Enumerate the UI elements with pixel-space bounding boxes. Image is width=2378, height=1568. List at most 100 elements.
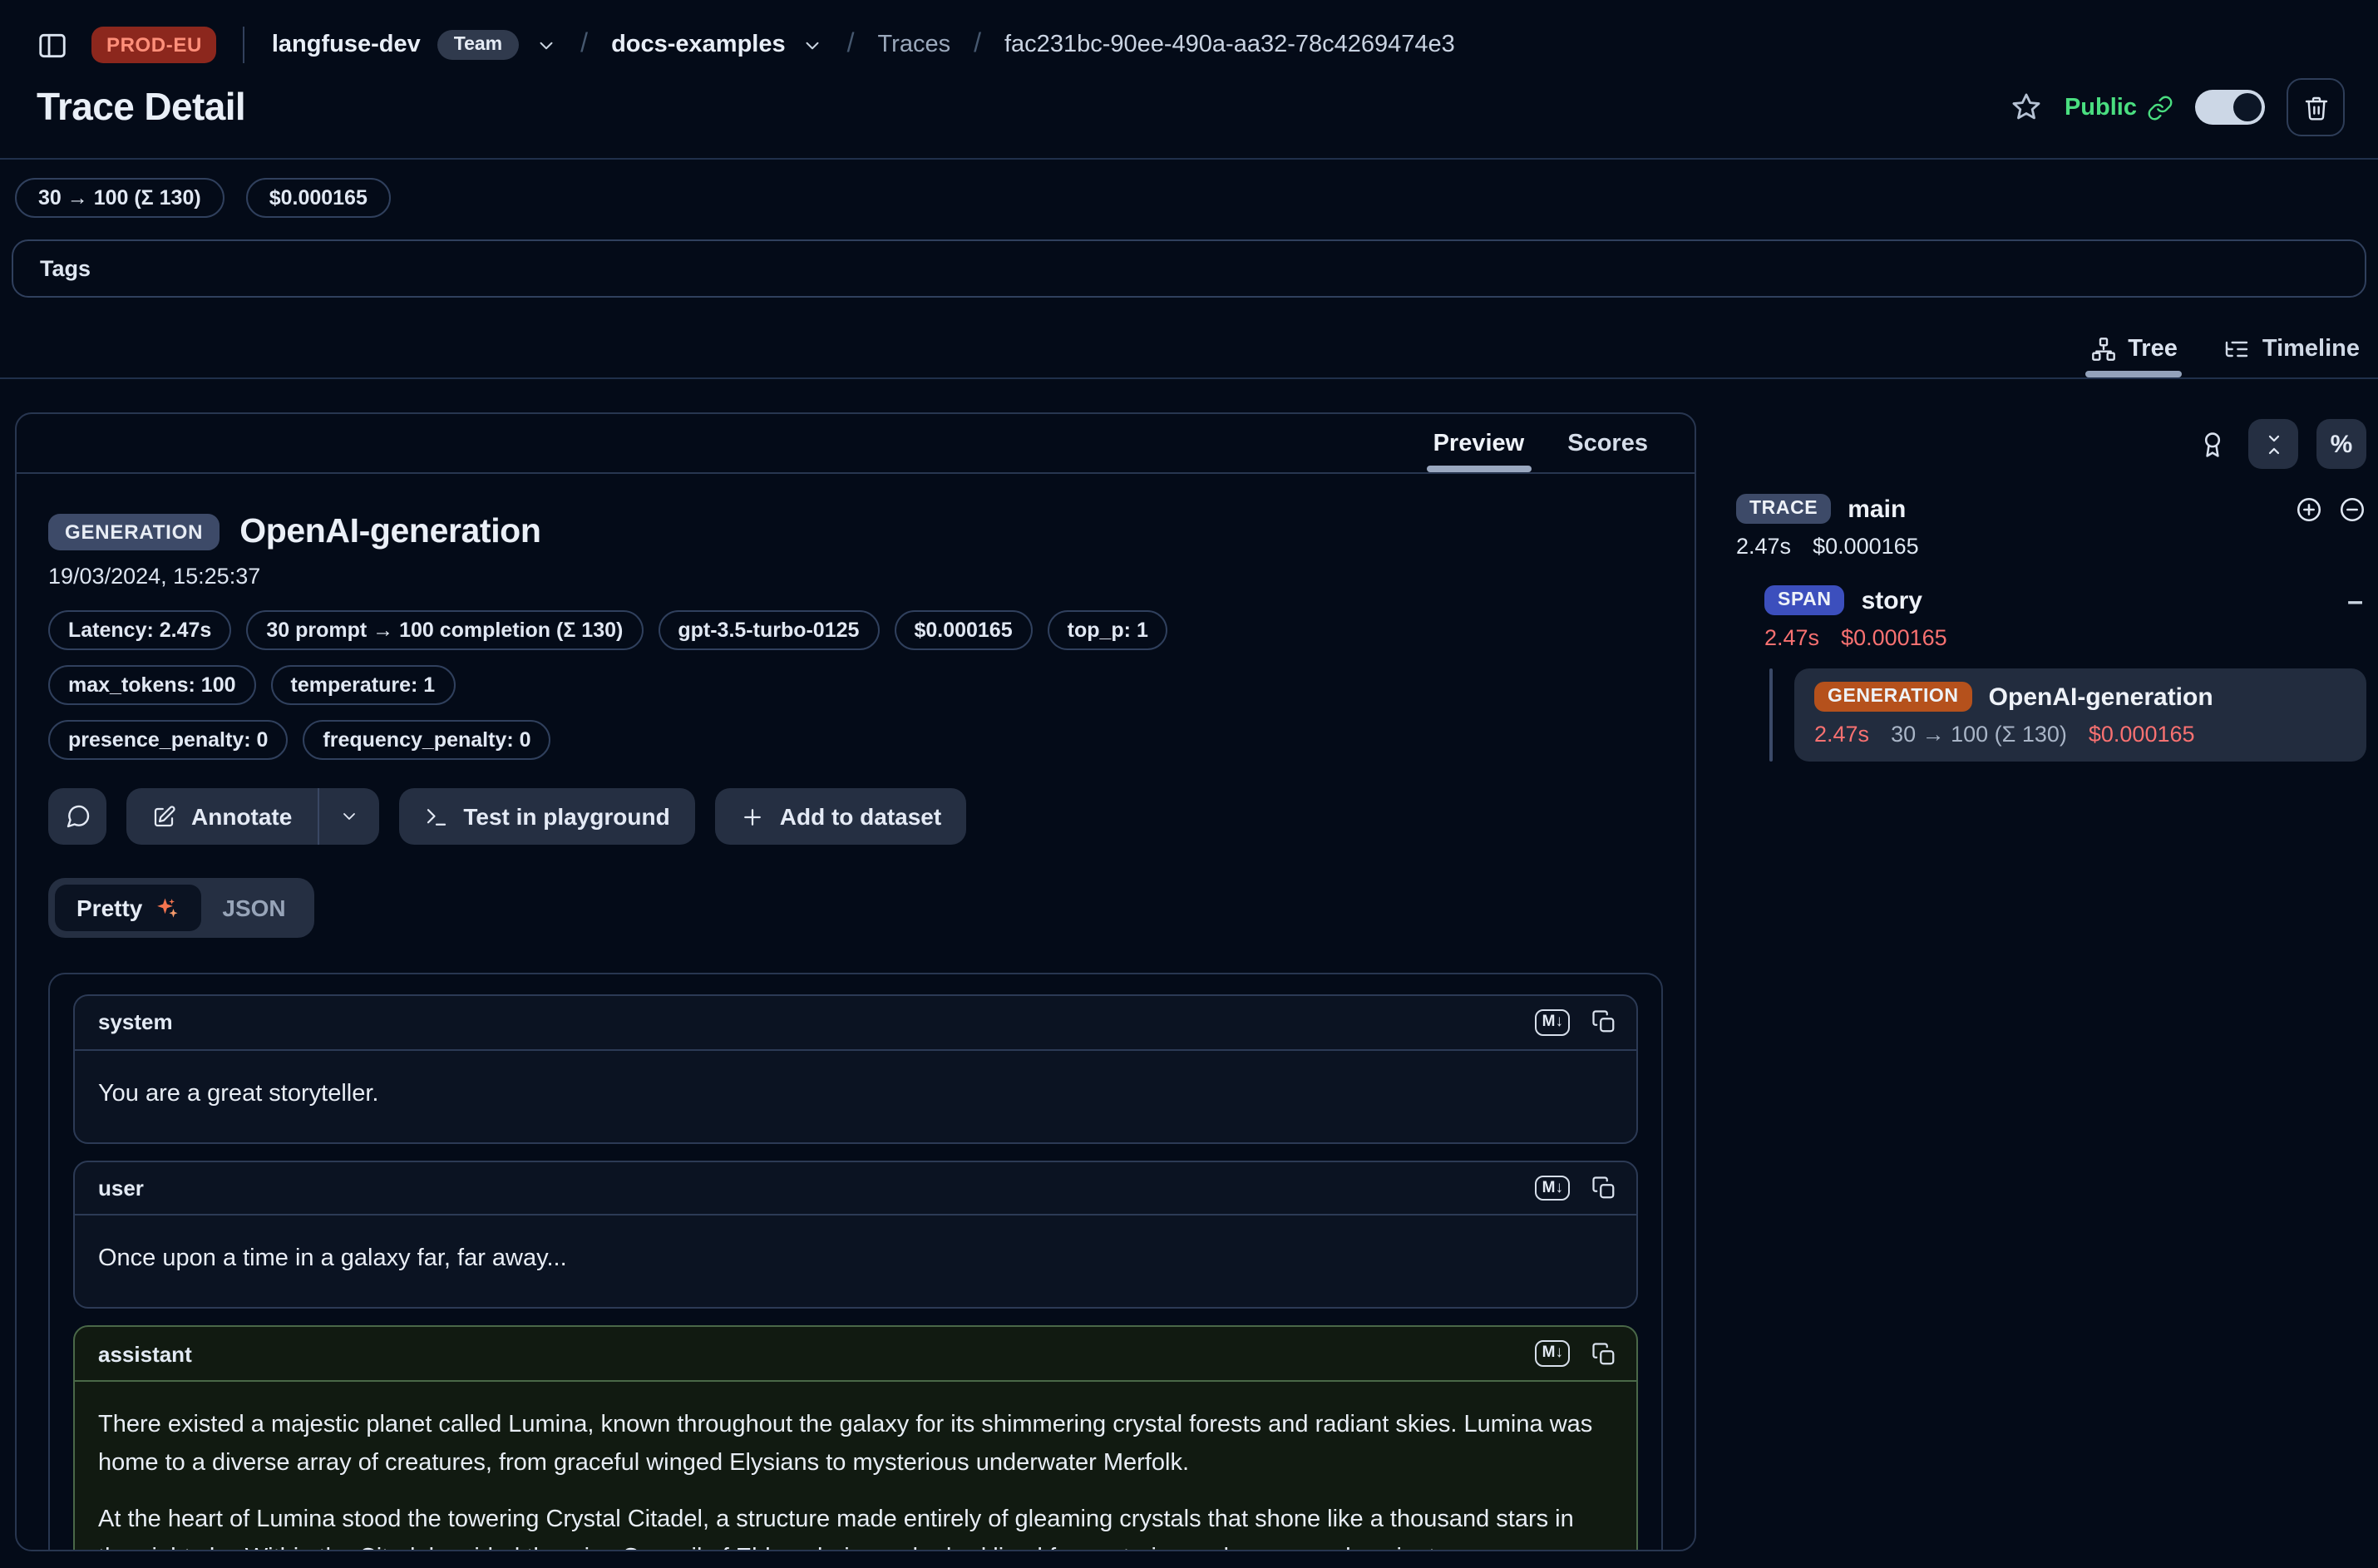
metrics-toggle-button[interactable]: % [2316,419,2366,469]
sidebar-toggle-icon[interactable] [37,29,68,61]
markdown-toggle-icon[interactable]: M↓ [1536,1175,1570,1201]
trace-cost: $0.000165 [1813,534,1919,559]
star-icon[interactable] [2011,91,2043,123]
observation-timestamp: 19/03/2024, 15:25:37 [48,564,1663,589]
tab-preview-label: Preview [1433,431,1525,457]
generation-tokens: 30 → 100 (Σ 130) [1891,722,2067,747]
message-user: user M↓ Once upon a time in a galaxy far… [73,1160,1638,1309]
collapse-icon[interactable] [2338,495,2366,523]
observation-badges-row2: presence_penalty: 0 frequency_penalty: 0 [48,720,1246,760]
trace-tree-panel: % TRACE main 2 [1696,412,2378,762]
org-plan-badge: Team [437,30,519,60]
markdown-toggle-icon[interactable]: M↓ [1536,1009,1570,1035]
tree-node-generation-selected[interactable]: GENERATION OpenAI-generation 2.47s 30 → … [1794,668,2366,762]
page-title: Trace Detail [37,85,245,130]
markdown-toggle-icon[interactable]: M↓ [1536,1341,1570,1367]
chevron-down-icon[interactable] [802,34,824,56]
copy-icon[interactable] [1591,1010,1616,1035]
breadcrumb-divider [244,27,245,63]
collapse-node-icon[interactable]: – [2347,586,2366,614]
copy-icon[interactable] [1591,1341,1616,1366]
tab-tree[interactable]: Tree [2084,336,2183,377]
active-tab-indicator [1427,466,1532,472]
generation-type-badge: GENERATION [1814,682,1972,712]
panel-tabs: Preview Scores [17,414,1695,474]
comment-button[interactable] [48,788,106,845]
chevron-down-icon [338,806,358,826]
tab-scores-label: Scores [1567,431,1648,457]
tree-icon [2089,336,2116,362]
collapse-all-button[interactable] [2248,419,2298,469]
tab-tree-label: Tree [2128,336,2178,362]
delete-trace-button[interactable] [2287,78,2345,136]
message-assistant: assistant M↓ There existed a majestic pl… [73,1326,1638,1551]
public-toggle[interactable] [2195,90,2265,125]
public-label: Public [2065,94,2137,121]
span-type-badge: SPAN [1764,585,1845,615]
json-label: JSON [222,895,285,921]
breadcrumb-separator: / [841,30,861,60]
tab-timeline[interactable]: Timeline [2219,336,2365,377]
breadcrumb-traces[interactable]: Traces [878,32,951,58]
pretty-label: Pretty [76,895,142,921]
trace-latency: 2.47s [1736,534,1791,559]
toggle-knob [2233,93,2262,121]
tree-node-span[interactable]: SPAN story – 2.47s $0.000165 GENERATION [1764,585,2366,762]
generation-cost: $0.000165 [2089,722,2195,747]
cost-badge: $0.000165 [894,610,1032,650]
tags-box[interactable]: Tags [12,239,2366,298]
edit-icon [151,804,176,829]
trace-name: main [1848,495,1906,523]
generation-latency: 2.47s [1814,722,1869,747]
chevron-down-icon[interactable] [535,34,557,56]
breadcrumb-project[interactable]: docs-examples [611,32,786,58]
span-name: story [1862,586,1922,614]
tab-timeline-label: Timeline [2262,336,2360,362]
divider [0,158,2378,160]
breadcrumb-trace-id: fac231bc-90ee-490a-aa32-78c4269474e3 [1004,32,1455,58]
annotate-button[interactable]: Annotate [126,788,317,845]
public-link[interactable]: Public [2065,94,2173,121]
token-usage-badge: 30 → 100 (Σ 130) [15,178,224,218]
test-in-playground-button[interactable]: Test in playground [398,788,694,845]
breadcrumb-org[interactable]: langfuse-dev [272,32,421,58]
trace-metrics: 2.47s $0.000165 [1736,534,2366,559]
tab-scores[interactable]: Scores [1567,431,1648,472]
tags-label: Tags [40,256,91,281]
message-role: user [98,1176,144,1201]
cost-badge: $0.000165 [246,178,391,218]
add-to-dataset-button[interactable]: Add to dataset [715,788,966,845]
timeline-icon [2224,336,2251,362]
title-actions: Public [2011,78,2345,136]
span-latency: 2.47s [1764,625,1819,650]
fold-vertical-icon [2261,431,2286,456]
award-icon[interactable] [2195,423,2230,465]
trace-type-badge: TRACE [1736,494,1831,524]
annotate-dropdown-button[interactable] [318,788,378,845]
content: Preview Scores GENERATION OpenAI-generat… [0,412,2378,1551]
observation-badges-row1: Latency: 2.47s 30 prompt → 100 completio… [48,610,1246,705]
title-row: Trace Detail Public [0,63,2378,136]
format-json[interactable]: JSON [200,885,307,931]
observation-type-badge: GENERATION [48,514,220,550]
plus-icon [740,804,765,829]
top-p-badge: top_p: 1 [1048,610,1168,650]
frequency-penalty-badge: frequency_penalty: 0 [303,720,550,760]
annotate-split-button: Annotate [126,788,378,845]
generation-name: OpenAI-generation [1989,683,2213,711]
latency-badge: Latency: 2.47s [48,610,231,650]
terminal-icon [423,804,448,829]
playground-label: Test in playground [463,803,669,830]
copy-icon[interactable] [1591,1176,1616,1201]
token-usage-badge: 30 prompt → 100 completion (Σ 130) [246,610,643,650]
annotate-label: Annotate [191,803,292,830]
percent-icon: % [2331,430,2353,458]
expand-all-icon[interactable] [2295,495,2323,523]
observation-card: Preview Scores GENERATION OpenAI-generat… [15,412,1696,1551]
messages-container: system M↓ You are a great storyteller. [48,973,1663,1551]
tab-preview[interactable]: Preview [1433,431,1525,472]
tree-node-trace[interactable]: TRACE main [1736,494,2366,524]
format-pretty[interactable]: Pretty [55,885,200,931]
link-icon [2147,94,2173,121]
trace-detail-page: PROD-EU langfuse-dev Team / docs-example… [0,0,2378,1568]
